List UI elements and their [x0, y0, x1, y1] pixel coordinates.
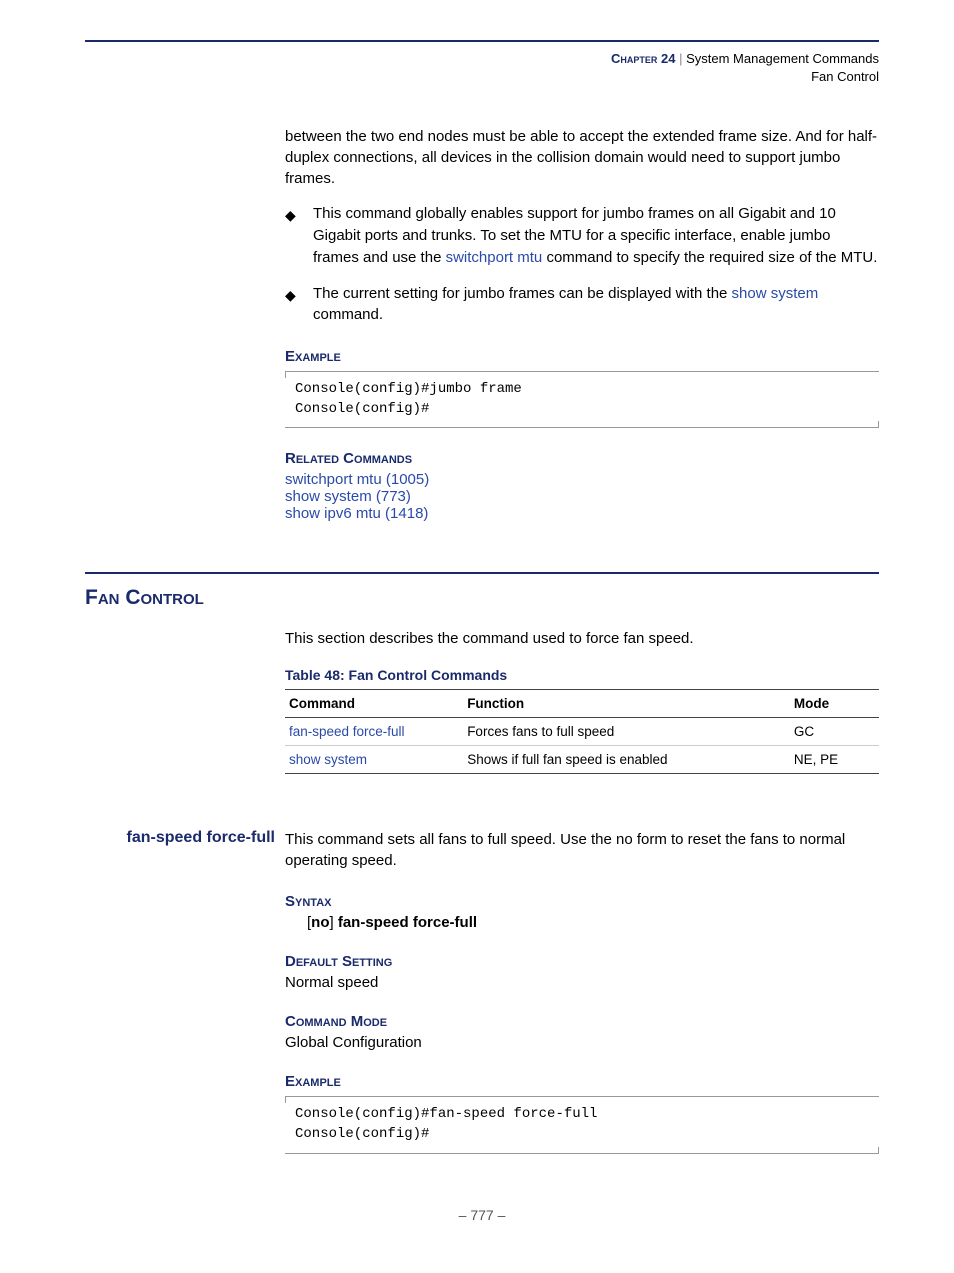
table-header-function: Function: [463, 690, 790, 718]
syntax-no: no: [311, 914, 329, 931]
syntax-line: [no] fan-speed force-full: [307, 914, 879, 931]
bullet-text: command.: [313, 306, 383, 323]
table-func: Shows if full fan speed is enabled: [463, 746, 790, 774]
link-switchport-mtu[interactable]: switchport mtu: [446, 249, 543, 266]
default-setting-heading: Default Setting: [285, 953, 879, 970]
header-subtitle: Fan Control: [85, 68, 879, 86]
table-mode: GC: [790, 718, 879, 746]
header-separator: |: [675, 51, 686, 66]
table-header-mode: Mode: [790, 690, 879, 718]
command-description: This command sets all fans to full speed…: [285, 829, 879, 871]
code-block: Console(config)#fan-speed force-full Con…: [285, 1096, 879, 1153]
table-header-command: Command: [285, 690, 463, 718]
chapter-label: Chapter 24: [611, 51, 675, 66]
table-cmd-link[interactable]: show system: [285, 746, 463, 774]
default-setting-value: Normal speed: [285, 974, 879, 991]
command-mode-heading: Command Mode: [285, 1013, 879, 1030]
example-heading: Example: [285, 348, 879, 365]
chapter-title: System Management Commands: [686, 51, 879, 66]
link-show-system[interactable]: show system: [732, 285, 819, 302]
fan-control-table: Command Function Mode fan-speed force-fu…: [285, 689, 879, 774]
table-mode: NE, PE: [790, 746, 879, 774]
table-row: fan-speed force-full Forces fans to full…: [285, 718, 879, 746]
section-intro: This section describes the command used …: [285, 628, 879, 649]
command-name-label: fan-speed force-full: [85, 829, 285, 847]
example-code-2: Console(config)#fan-speed force-full Con…: [295, 1105, 869, 1144]
page-number: – 777 –: [85, 1207, 879, 1223]
code-block: Console(config)#jumbo frame Console(conf…: [285, 371, 879, 428]
example-code: Console(config)#jumbo frame Console(conf…: [295, 380, 869, 419]
page-header: Chapter 24 | System Management Commands …: [85, 50, 879, 86]
link-related-show-system[interactable]: show system (773): [285, 488, 879, 505]
link-related-switchport-mtu[interactable]: switchport mtu (1005): [285, 471, 879, 488]
bullet-item: This command globally enables support fo…: [285, 203, 879, 268]
table-cmd-link[interactable]: fan-speed force-full: [285, 718, 463, 746]
table-caption: Table 48: Fan Control Commands: [285, 667, 879, 683]
bullet-text: The current setting for jumbo frames can…: [313, 285, 732, 302]
bullet-item: The current setting for jumbo frames can…: [285, 283, 879, 327]
bullet-text: command to specify the required size of …: [542, 249, 877, 266]
related-commands-heading: Related Commands: [285, 450, 879, 467]
command-mode-value: Global Configuration: [285, 1034, 879, 1051]
intro-paragraph: between the two end nodes must be able t…: [285, 126, 879, 189]
table-row: show system Shows if full fan speed is e…: [285, 746, 879, 774]
section-title: Fan Control: [85, 586, 879, 610]
link-related-show-ipv6-mtu[interactable]: show ipv6 mtu (1418): [285, 505, 879, 522]
syntax-heading: Syntax: [285, 893, 879, 910]
example-heading-2: Example: [285, 1073, 879, 1090]
table-func: Forces fans to full speed: [463, 718, 790, 746]
syntax-cmd: fan-speed force-full: [338, 914, 477, 931]
